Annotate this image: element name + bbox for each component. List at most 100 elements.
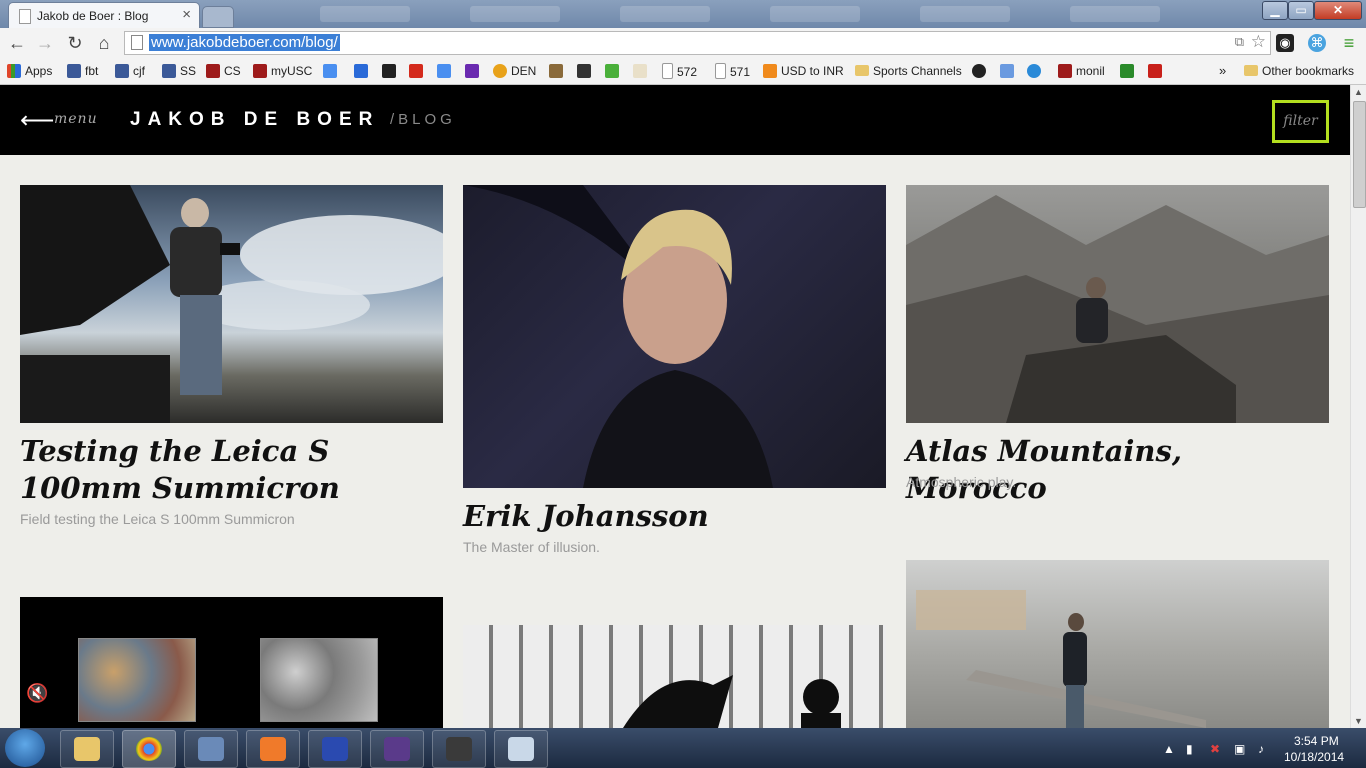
bookmark-571[interactable]: 571 xyxy=(715,63,750,79)
sublime-app[interactable] xyxy=(432,730,486,768)
bookmark-blue[interactable] xyxy=(1000,63,1018,79)
tray-expand-icon[interactable]: ▲ xyxy=(1163,742,1175,756)
background-tab[interactable] xyxy=(920,6,1010,22)
bookmark-myusc[interactable]: myUSC xyxy=(253,63,312,79)
tab-close-icon[interactable]: × xyxy=(182,6,191,23)
close-window-button[interactable]: ✕ xyxy=(1314,1,1362,20)
eclipse-app[interactable] xyxy=(370,730,424,768)
bookmark-tv[interactable] xyxy=(577,63,595,79)
bookmark-bank[interactable] xyxy=(549,63,567,79)
extension-icon[interactable]: ⌘ xyxy=(1308,34,1326,52)
bookmark-mail[interactable] xyxy=(465,63,483,79)
page-icon xyxy=(662,63,673,79)
bookmarks-overflow-button[interactable]: » xyxy=(1219,63,1226,79)
page-scrollbar[interactable]: ▲ ▼ xyxy=(1350,85,1366,728)
bookmark-maps[interactable] xyxy=(633,63,651,79)
chrome-icon xyxy=(136,737,162,761)
bookmark-green2[interactable] xyxy=(1120,63,1138,79)
post-photo[interactable] xyxy=(906,560,1329,728)
chrome-app[interactable] xyxy=(122,730,176,768)
bookmark-github[interactable] xyxy=(972,63,990,79)
bookmark-label: SS xyxy=(180,64,197,78)
post-subtitle: Field testing the Leica S 100mm Summicro… xyxy=(20,511,295,527)
other-bookmarks[interactable]: Other bookmarks xyxy=(1244,63,1354,79)
bookmark-icon xyxy=(437,64,451,78)
bookmark-ss[interactable]: SS xyxy=(162,63,196,79)
reload-icon[interactable]: ↻ xyxy=(64,32,86,54)
background-tab[interactable] xyxy=(770,6,860,22)
menu-link[interactable]: menu xyxy=(54,111,98,127)
signal-icon[interactable]: ▮ xyxy=(1186,742,1193,756)
battery-icon[interactable]: ▣ xyxy=(1234,742,1245,756)
post-photo[interactable] xyxy=(463,625,886,728)
apps-grid-icon xyxy=(7,64,21,78)
scroll-up-icon[interactable]: ▲ xyxy=(1354,87,1363,97)
bookmark-att[interactable] xyxy=(1027,63,1045,79)
background-tab[interactable] xyxy=(320,6,410,22)
bookmark-green[interactable] xyxy=(605,63,623,79)
bookmark-label: CS xyxy=(224,64,241,78)
bookmarks-bar: Apps fbt cjf SS CS myUSC DEN 572 571 USD… xyxy=(0,58,1366,85)
bookmark-sports-channels[interactable]: Sports Channels xyxy=(855,63,962,79)
post-title[interactable]: Atlas Mountains, Morocco xyxy=(906,433,1329,507)
devcpp-app[interactable] xyxy=(308,730,362,768)
network-icon[interactable]: ✖ xyxy=(1210,742,1220,756)
maximize-button[interactable]: ▭ xyxy=(1288,1,1314,20)
background-tab[interactable] xyxy=(470,6,560,22)
star-icon[interactable]: ☆ xyxy=(1251,32,1266,52)
background-tab[interactable] xyxy=(1070,6,1160,22)
bookmark-apps[interactable]: Apps xyxy=(7,63,52,79)
start-button[interactable] xyxy=(5,729,45,767)
bookmark-label: cjf xyxy=(133,64,145,78)
page-icon xyxy=(19,9,31,24)
bookmark-usd-inr[interactable]: USD to INR xyxy=(763,63,844,79)
volume-icon[interactable]: ♪ xyxy=(1258,742,1264,756)
page-icon xyxy=(715,63,726,79)
post-photo[interactable] xyxy=(906,185,1329,423)
scroll-thumb[interactable] xyxy=(1353,101,1366,208)
post-title[interactable]: Erik Johansson xyxy=(463,498,886,535)
bookmark-cs[interactable]: CS xyxy=(206,63,241,79)
paint-icon xyxy=(508,737,534,761)
background-tab[interactable] xyxy=(620,6,710,22)
site-title[interactable]: JAKOB DE BOER xyxy=(130,109,379,131)
url-text[interactable]: www.jakobdeboer.com/blog/ xyxy=(149,34,340,51)
bookmark-den[interactable]: DEN xyxy=(493,63,536,79)
post-title[interactable]: Testing the Leica S 100mm Summicron xyxy=(20,433,443,507)
minimize-button[interactable]: ▁ xyxy=(1262,1,1288,20)
home-icon[interactable]: ⌂ xyxy=(93,32,115,54)
mute-icon[interactable]: 🔇 xyxy=(26,683,48,704)
bookmark-wf[interactable] xyxy=(1148,63,1166,79)
clock-date[interactable]: 10/18/2014 xyxy=(1284,750,1344,764)
scroll-down-icon[interactable]: ▼ xyxy=(1354,716,1363,726)
bookmark-p[interactable] xyxy=(354,63,372,79)
bookmark-c[interactable] xyxy=(437,63,455,79)
post-photo[interactable]: 🔇 xyxy=(20,597,443,728)
bookmark-monil[interactable]: monil xyxy=(1058,63,1105,79)
translate-icon[interactable]: ⧉ xyxy=(1235,34,1244,50)
taskbar-app[interactable] xyxy=(184,730,238,768)
bookmark-camera[interactable] xyxy=(382,63,400,79)
extension-mask-icon[interactable]: ◉ xyxy=(1276,34,1294,52)
filter-button[interactable]: filter xyxy=(1272,100,1329,143)
bookmark-cjf[interactable]: cjf xyxy=(115,63,145,79)
tab-active[interactable]: Jakob de Boer : Blog × xyxy=(8,2,200,29)
clock-time[interactable]: 3:54 PM xyxy=(1294,734,1339,748)
forward-arrow-icon[interactable]: → xyxy=(34,32,56,54)
post-photo[interactable] xyxy=(463,185,886,488)
bookmark-google[interactable] xyxy=(323,63,341,79)
bookmark-label: monil xyxy=(1076,64,1105,78)
menu-icon[interactable]: ≡ xyxy=(1340,34,1358,52)
explorer-app[interactable] xyxy=(60,730,114,768)
left-arrow-icon[interactable]: ⟵ xyxy=(20,106,54,135)
bookmark-fbt[interactable]: fbt xyxy=(67,63,98,79)
bookmark-572[interactable]: 572 xyxy=(662,63,697,79)
bookmark-youtube[interactable] xyxy=(409,63,427,79)
post-photo[interactable] xyxy=(20,185,443,423)
post-subtitle: Atmospheric play. xyxy=(906,474,1017,490)
address-bar[interactable]: www.jakobdeboer.com/blog/ ⧉ ☆ xyxy=(124,31,1271,55)
xampp-app[interactable] xyxy=(246,730,300,768)
new-tab-button[interactable] xyxy=(202,6,234,28)
back-arrow-icon[interactable]: ← xyxy=(6,32,28,54)
paint-app[interactable] xyxy=(494,730,548,768)
